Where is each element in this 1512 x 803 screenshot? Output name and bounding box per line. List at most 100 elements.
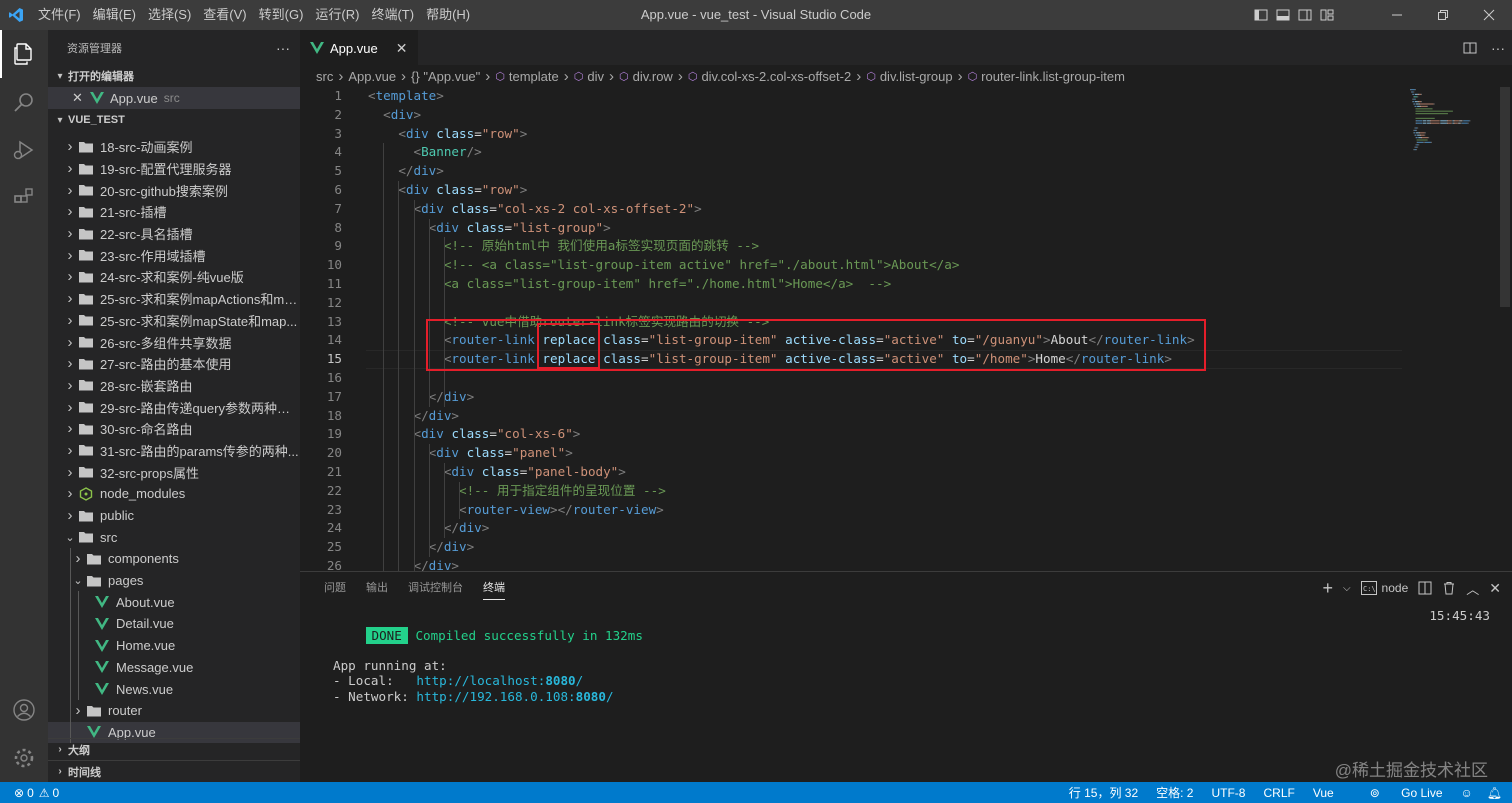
restore-icon[interactable] — [1420, 0, 1466, 30]
search-icon[interactable] — [0, 78, 48, 126]
local-url[interactable]: http://localhost:8080/ — [416, 673, 583, 688]
panel-tab[interactable]: 问题 — [314, 572, 356, 604]
tree-item[interactable]: › 21-src-插槽 — [48, 201, 300, 223]
toggle-panel-icon[interactable] — [1272, 0, 1294, 30]
tree-item[interactable]: › 22-src-具名插槽 — [48, 223, 300, 245]
menu-item[interactable]: 运行(R) — [309, 0, 365, 30]
toggle-secondary-sidebar-icon[interactable] — [1294, 0, 1316, 30]
cursor-position[interactable]: 行 15，列 32 — [1069, 784, 1138, 801]
tree-item[interactable]: › 27-src-路由的基本使用 — [48, 353, 300, 375]
tree-item[interactable]: › 29-src-路由传递query参数两种方... — [48, 396, 301, 418]
tree-item[interactable]: › 32-src-props属性 — [48, 461, 300, 483]
new-terminal-icon[interactable]: + — [1317, 572, 1338, 604]
tree-item[interactable]: › 18-src-动画案例 — [48, 136, 300, 158]
encoding[interactable]: UTF-8 — [1211, 786, 1245, 800]
tree-item[interactable]: Detail.vue — [48, 613, 300, 635]
split-editor-icon[interactable] — [1456, 30, 1484, 65]
customize-layout-icon[interactable] — [1316, 0, 1338, 30]
workspace-header[interactable]: ▾ VUE_TEST — [48, 109, 300, 131]
explorer-icon[interactable] — [0, 30, 48, 78]
panel-tab[interactable]: 调试控制台 — [398, 572, 473, 604]
feedback-icon[interactable]: ☺ — [1461, 786, 1473, 800]
tree-item[interactable]: Home.vue — [48, 634, 300, 657]
tree-item[interactable]: › node_modules — [48, 483, 300, 505]
tree-item[interactable]: About.vue — [48, 591, 300, 614]
minimap-mark — [1418, 144, 1420, 146]
menu-item[interactable]: 帮助(H) — [420, 0, 476, 30]
notifications-bell-icon[interactable]: 🔔︎ — [1487, 786, 1502, 800]
line-number: 12 — [326, 294, 342, 310]
tree-item[interactable]: ⌄ src — [48, 526, 300, 548]
menu-item[interactable]: 转到(G) — [253, 0, 310, 30]
manage-gear-icon[interactable] — [0, 734, 48, 782]
breadcrumb-item[interactable]: router-link.list-group-item — [981, 69, 1125, 84]
panel-tab[interactable]: 终端 — [473, 572, 515, 604]
folder-icon — [86, 551, 102, 567]
tab-close-icon[interactable]: ✕ — [396, 40, 408, 57]
tree-item[interactable]: › components — [48, 548, 300, 570]
tree-item[interactable]: › router — [48, 699, 300, 722]
maximize-panel-icon[interactable]: ︿ — [1461, 572, 1484, 604]
breadcrumb-item[interactable]: div — [587, 69, 604, 84]
timeline-header[interactable]: › 时间线 — [48, 760, 300, 782]
language-mode[interactable]: Vue — [1313, 786, 1334, 800]
go-live-button[interactable]: ⊚ Go Live — [1352, 786, 1443, 800]
line-number: 25 — [326, 539, 342, 555]
open-editors-header[interactable]: ▾ 打开的编辑器 — [48, 65, 300, 87]
extensions-icon[interactable] — [0, 174, 48, 222]
code-editor[interactable]: 1 <template> 2 <div> 3 <div class="row"> 4 <… — [300, 87, 1512, 576]
tree-item[interactable]: › 31-src-路由的params传参的两种... — [48, 440, 300, 462]
more-actions-button[interactable]: ··· — [276, 40, 290, 56]
minimap[interactable] — [1408, 87, 1498, 167]
trash-icon[interactable] — [1437, 572, 1461, 604]
breadcrumb-item[interactable]: div.row — [633, 69, 673, 84]
breadcrumb-item[interactable]: src — [316, 69, 333, 84]
close-editor-icon[interactable]: ✕ — [72, 90, 86, 106]
menu-item[interactable]: 文件(F) — [32, 0, 87, 30]
tree-item[interactable]: › 23-src-作用域插槽 — [48, 244, 300, 266]
terminal-name[interactable]: node — [1382, 572, 1414, 604]
end-of-line[interactable]: CRLF — [1263, 786, 1294, 800]
close-window-icon[interactable] — [1466, 0, 1512, 30]
tab-app-vue[interactable]: App.vue ✕ — [300, 30, 418, 65]
code-token: div — [421, 426, 444, 442]
tree-item[interactable]: › 30-src-命名路由 — [48, 418, 300, 440]
tree-item[interactable]: › 24-src-求和案例-纯vue版 — [48, 266, 300, 288]
more-actions-icon[interactable]: ··· — [1484, 30, 1512, 65]
tree-item[interactable]: › 20-src-github搜索案例 — [48, 179, 300, 201]
editor-scrollbar[interactable] — [1498, 87, 1512, 571]
outline-header[interactable]: › 大纲 — [48, 738, 300, 760]
tree-item[interactable]: Message.vue — [48, 656, 300, 679]
menu-item[interactable]: 编辑(E) — [87, 0, 142, 30]
breadcrumb-item[interactable]: {} "App.vue" — [411, 69, 480, 84]
indentation[interactable]: 空格: 2 — [1156, 784, 1193, 801]
breadcrumb-item[interactable]: App.vue — [348, 69, 396, 84]
minimize-icon[interactable] — [1374, 0, 1420, 30]
open-editor-item[interactable]: ✕ App.vue src — [48, 87, 300, 109]
scrollbar-thumb[interactable] — [1500, 87, 1510, 307]
close-panel-icon[interactable]: ✕ — [1484, 572, 1506, 604]
terminal-dropdown-icon[interactable]: ⌵ — [1338, 572, 1356, 604]
panel-tab[interactable]: 输出 — [356, 572, 398, 604]
tree-item[interactable]: News.vue — [48, 678, 300, 700]
tree-item[interactable]: › 25-src-求和案例mapState和map... — [48, 310, 300, 332]
breadcrumb-item[interactable]: div.list-group — [880, 69, 953, 84]
menu-item[interactable]: 选择(S) — [142, 0, 197, 30]
tree-item[interactable]: ⌄ pages — [48, 569, 300, 592]
tree-item[interactable]: › 25-src-求和案例mapActions和ma... — [48, 288, 301, 310]
run-debug-icon[interactable] — [0, 126, 48, 174]
breadcrumb-item[interactable]: div.col-xs-2.col-xs-offset-2 — [701, 69, 851, 84]
toggle-sidebar-icon[interactable] — [1250, 0, 1272, 30]
split-terminal-icon[interactable] — [1413, 572, 1437, 604]
network-url[interactable]: http://192.168.0.108:8080/ — [416, 689, 613, 704]
breadcrumb-item[interactable]: template — [509, 69, 559, 84]
tree-item[interactable]: › 26-src-多组件共享数据 — [48, 331, 300, 353]
explorer-title: 资源管理器 — [67, 42, 122, 55]
account-icon[interactable] — [0, 686, 48, 734]
tree-item[interactable]: › 28-src-嵌套路由 — [48, 375, 300, 397]
tree-item[interactable]: › public — [48, 505, 300, 527]
menu-item[interactable]: 查看(V) — [197, 0, 252, 30]
menu-item[interactable]: 终端(T) — [365, 0, 420, 30]
problems-status[interactable]: ⊗ 0 ⚠ 0 — [0, 782, 59, 803]
tree-item[interactable]: › 19-src-配置代理服务器 — [48, 158, 300, 180]
